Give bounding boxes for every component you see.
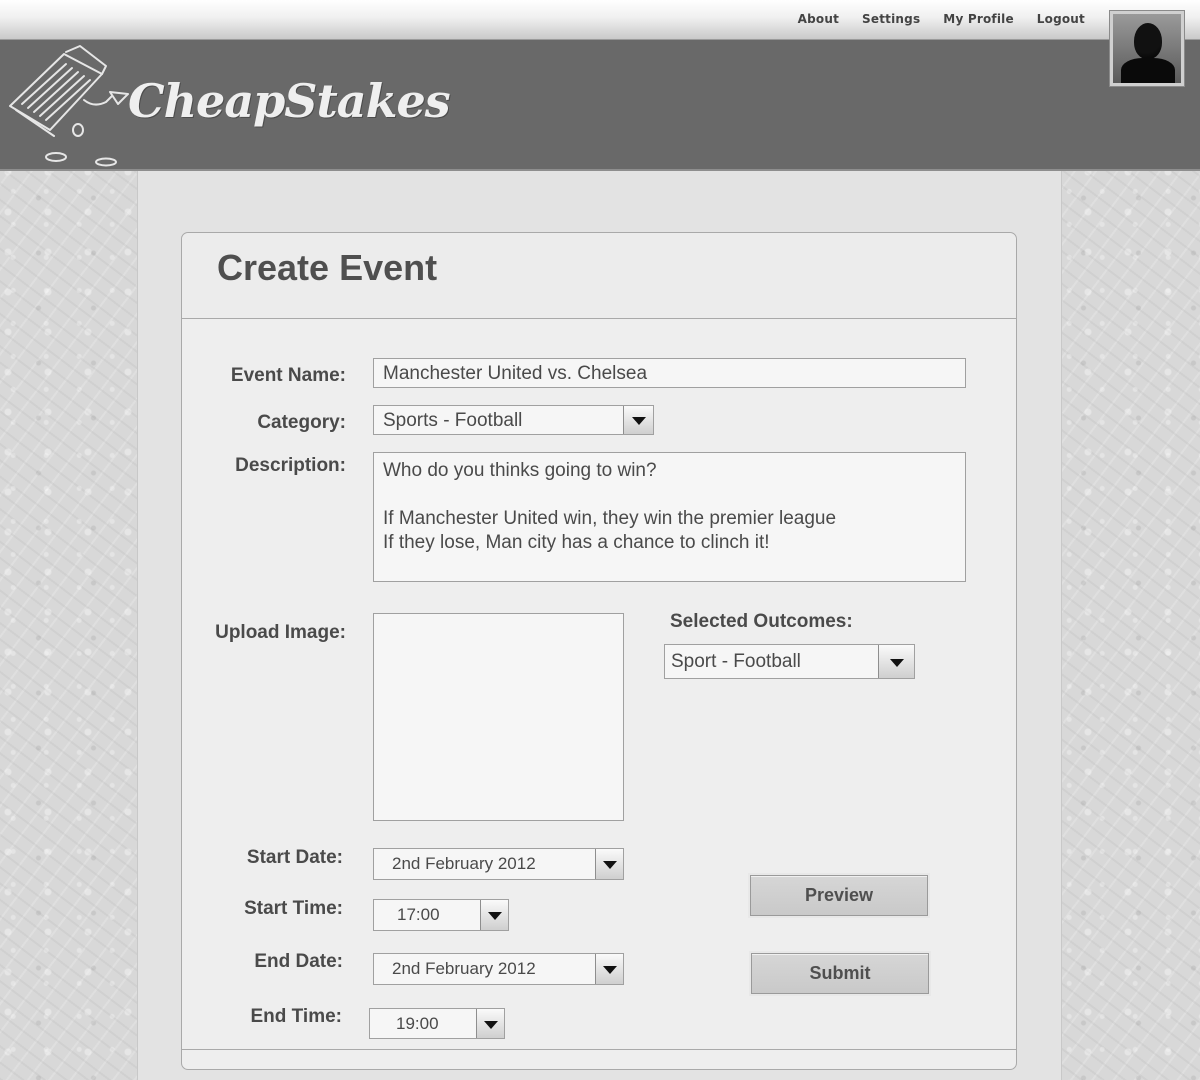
page-title: Create Event bbox=[217, 247, 438, 288]
site-header: CheapStakes bbox=[0, 40, 1200, 171]
description-textarea[interactable]: Who do you thinks going to win? If Manch… bbox=[373, 452, 966, 582]
description-value: Who do you thinks going to win? If Manch… bbox=[383, 460, 837, 553]
chevron-down-icon[interactable] bbox=[595, 849, 623, 879]
end-time-label: End Time: bbox=[250, 1006, 343, 1027]
preview-button[interactable]: Preview bbox=[748, 873, 930, 918]
event-name-label: Event Name: bbox=[230, 365, 346, 386]
selected-outcomes-label: Selected Outcomes: bbox=[670, 611, 853, 632]
upload-image-dropzone[interactable] bbox=[373, 613, 624, 821]
chevron-down-icon[interactable] bbox=[623, 406, 653, 434]
nav-link-my-profile[interactable]: My Profile bbox=[943, 12, 1013, 26]
start-time-label: Start Time: bbox=[244, 898, 343, 919]
upload-image-label: Upload Image: bbox=[215, 622, 346, 643]
nav-link-about[interactable]: About bbox=[798, 12, 839, 26]
end-date-select[interactable]: 2nd February 2012 bbox=[373, 953, 624, 985]
start-time-select[interactable]: 17:00 bbox=[373, 899, 509, 931]
start-date-value: 2nd February 2012 bbox=[392, 854, 536, 873]
submit-button[interactable]: Submit bbox=[749, 951, 931, 996]
selected-outcomes-select[interactable]: Sport - Football bbox=[664, 644, 915, 679]
start-date-select[interactable]: 2nd February 2012 bbox=[373, 848, 624, 880]
chevron-down-icon[interactable] bbox=[595, 954, 623, 984]
panel-footer-divider bbox=[182, 1049, 1016, 1050]
top-nav-bar: About Settings My Profile Logout bbox=[0, 0, 1200, 40]
avatar-icon[interactable] bbox=[1109, 10, 1185, 87]
start-time-value: 17:00 bbox=[397, 905, 440, 924]
panel-header: Create Event bbox=[182, 233, 1016, 319]
end-date-value: 2nd February 2012 bbox=[392, 959, 536, 978]
category-value: Sports - Football bbox=[383, 410, 523, 431]
description-label: Description: bbox=[235, 455, 346, 476]
selected-outcomes-value: Sport - Football bbox=[671, 651, 801, 672]
start-date-label: Start Date: bbox=[246, 847, 343, 868]
event-name-input[interactable]: Manchester United vs. Chelsea bbox=[373, 358, 966, 388]
logo-icon[interactable] bbox=[6, 44, 136, 169]
chevron-down-icon[interactable] bbox=[878, 645, 914, 678]
category-select[interactable]: Sports - Football bbox=[373, 405, 654, 435]
category-label: Category: bbox=[257, 412, 346, 433]
nav-link-settings[interactable]: Settings bbox=[862, 12, 920, 26]
brand-name[interactable]: CheapStakes bbox=[128, 74, 451, 128]
end-time-select[interactable]: 19:00 bbox=[369, 1008, 505, 1039]
event-name-value: Manchester United vs. Chelsea bbox=[383, 363, 648, 384]
end-date-label: End Date: bbox=[254, 951, 343, 972]
top-nav: About Settings My Profile Logout bbox=[775, 12, 1085, 26]
chevron-down-icon[interactable] bbox=[480, 900, 508, 930]
end-time-value: 19:00 bbox=[396, 1014, 439, 1033]
nav-link-logout[interactable]: Logout bbox=[1037, 12, 1085, 26]
chevron-down-icon[interactable] bbox=[476, 1009, 504, 1038]
